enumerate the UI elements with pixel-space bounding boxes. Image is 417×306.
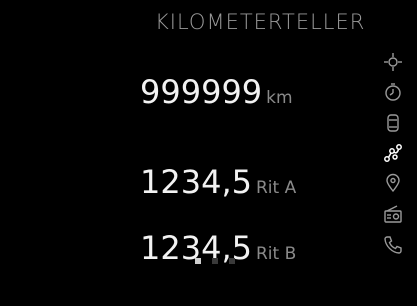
- trip-a-label: Rit A: [255, 178, 297, 198]
- trip-b-row[interactable]: 1234,5 Rit B: [140, 229, 296, 267]
- odometer-value: 999999: [140, 73, 263, 111]
- trip-a-value: 1234,5: [140, 163, 252, 201]
- car-icon[interactable]: [383, 113, 403, 133]
- trip-a-row[interactable]: 1234,5 Rit A: [140, 163, 296, 201]
- page-title: KILOMETERTELLER: [155, 10, 366, 34]
- odometer-screen: KILOMETERTELLER 999999 km 1234,5 Rit A 123…: [0, 0, 417, 306]
- navigation-crosshair-icon[interactable]: [383, 52, 403, 72]
- page-dot-active[interactable]: [195, 258, 201, 264]
- location-pin-icon[interactable]: [383, 173, 403, 193]
- trip-route-icon[interactable]: [383, 143, 403, 163]
- odometer-row: 999999 km: [140, 73, 293, 111]
- phone-icon[interactable]: [383, 235, 403, 255]
- trip-b-label: Rit B: [255, 244, 297, 264]
- page-dot[interactable]: [212, 258, 218, 264]
- radio-icon[interactable]: [383, 204, 403, 224]
- clock-icon[interactable]: [383, 82, 403, 102]
- odometer-unit: km: [266, 88, 293, 108]
- page-dot[interactable]: [229, 258, 235, 264]
